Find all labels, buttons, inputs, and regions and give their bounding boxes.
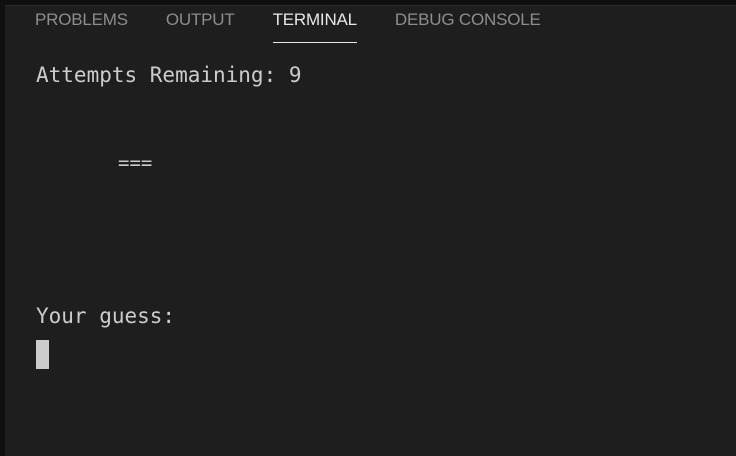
panel-tab-bar: PROBLEMS OUTPUT TERMINAL DEBUG CONSOLE	[35, 6, 579, 44]
attempts-remaining-line: Attempts Remaining: 9	[36, 63, 302, 87]
tab-output[interactable]: OUTPUT	[166, 6, 235, 44]
terminal-panel: PROBLEMS OUTPUT TERMINAL DEBUG CONSOLE A…	[5, 5, 736, 456]
tab-terminal[interactable]: TERMINAL	[272, 6, 358, 44]
terminal-output[interactable]: Attempts Remaining: 9 === Your guess:	[36, 60, 716, 440]
guess-prompt: Your guess:	[36, 304, 176, 328]
tab-debug-console[interactable]: DEBUG CONSOLE	[395, 6, 541, 44]
word-display: ===	[118, 152, 153, 174]
tab-problems[interactable]: PROBLEMS	[35, 6, 128, 44]
terminal-cursor[interactable]	[36, 340, 49, 369]
